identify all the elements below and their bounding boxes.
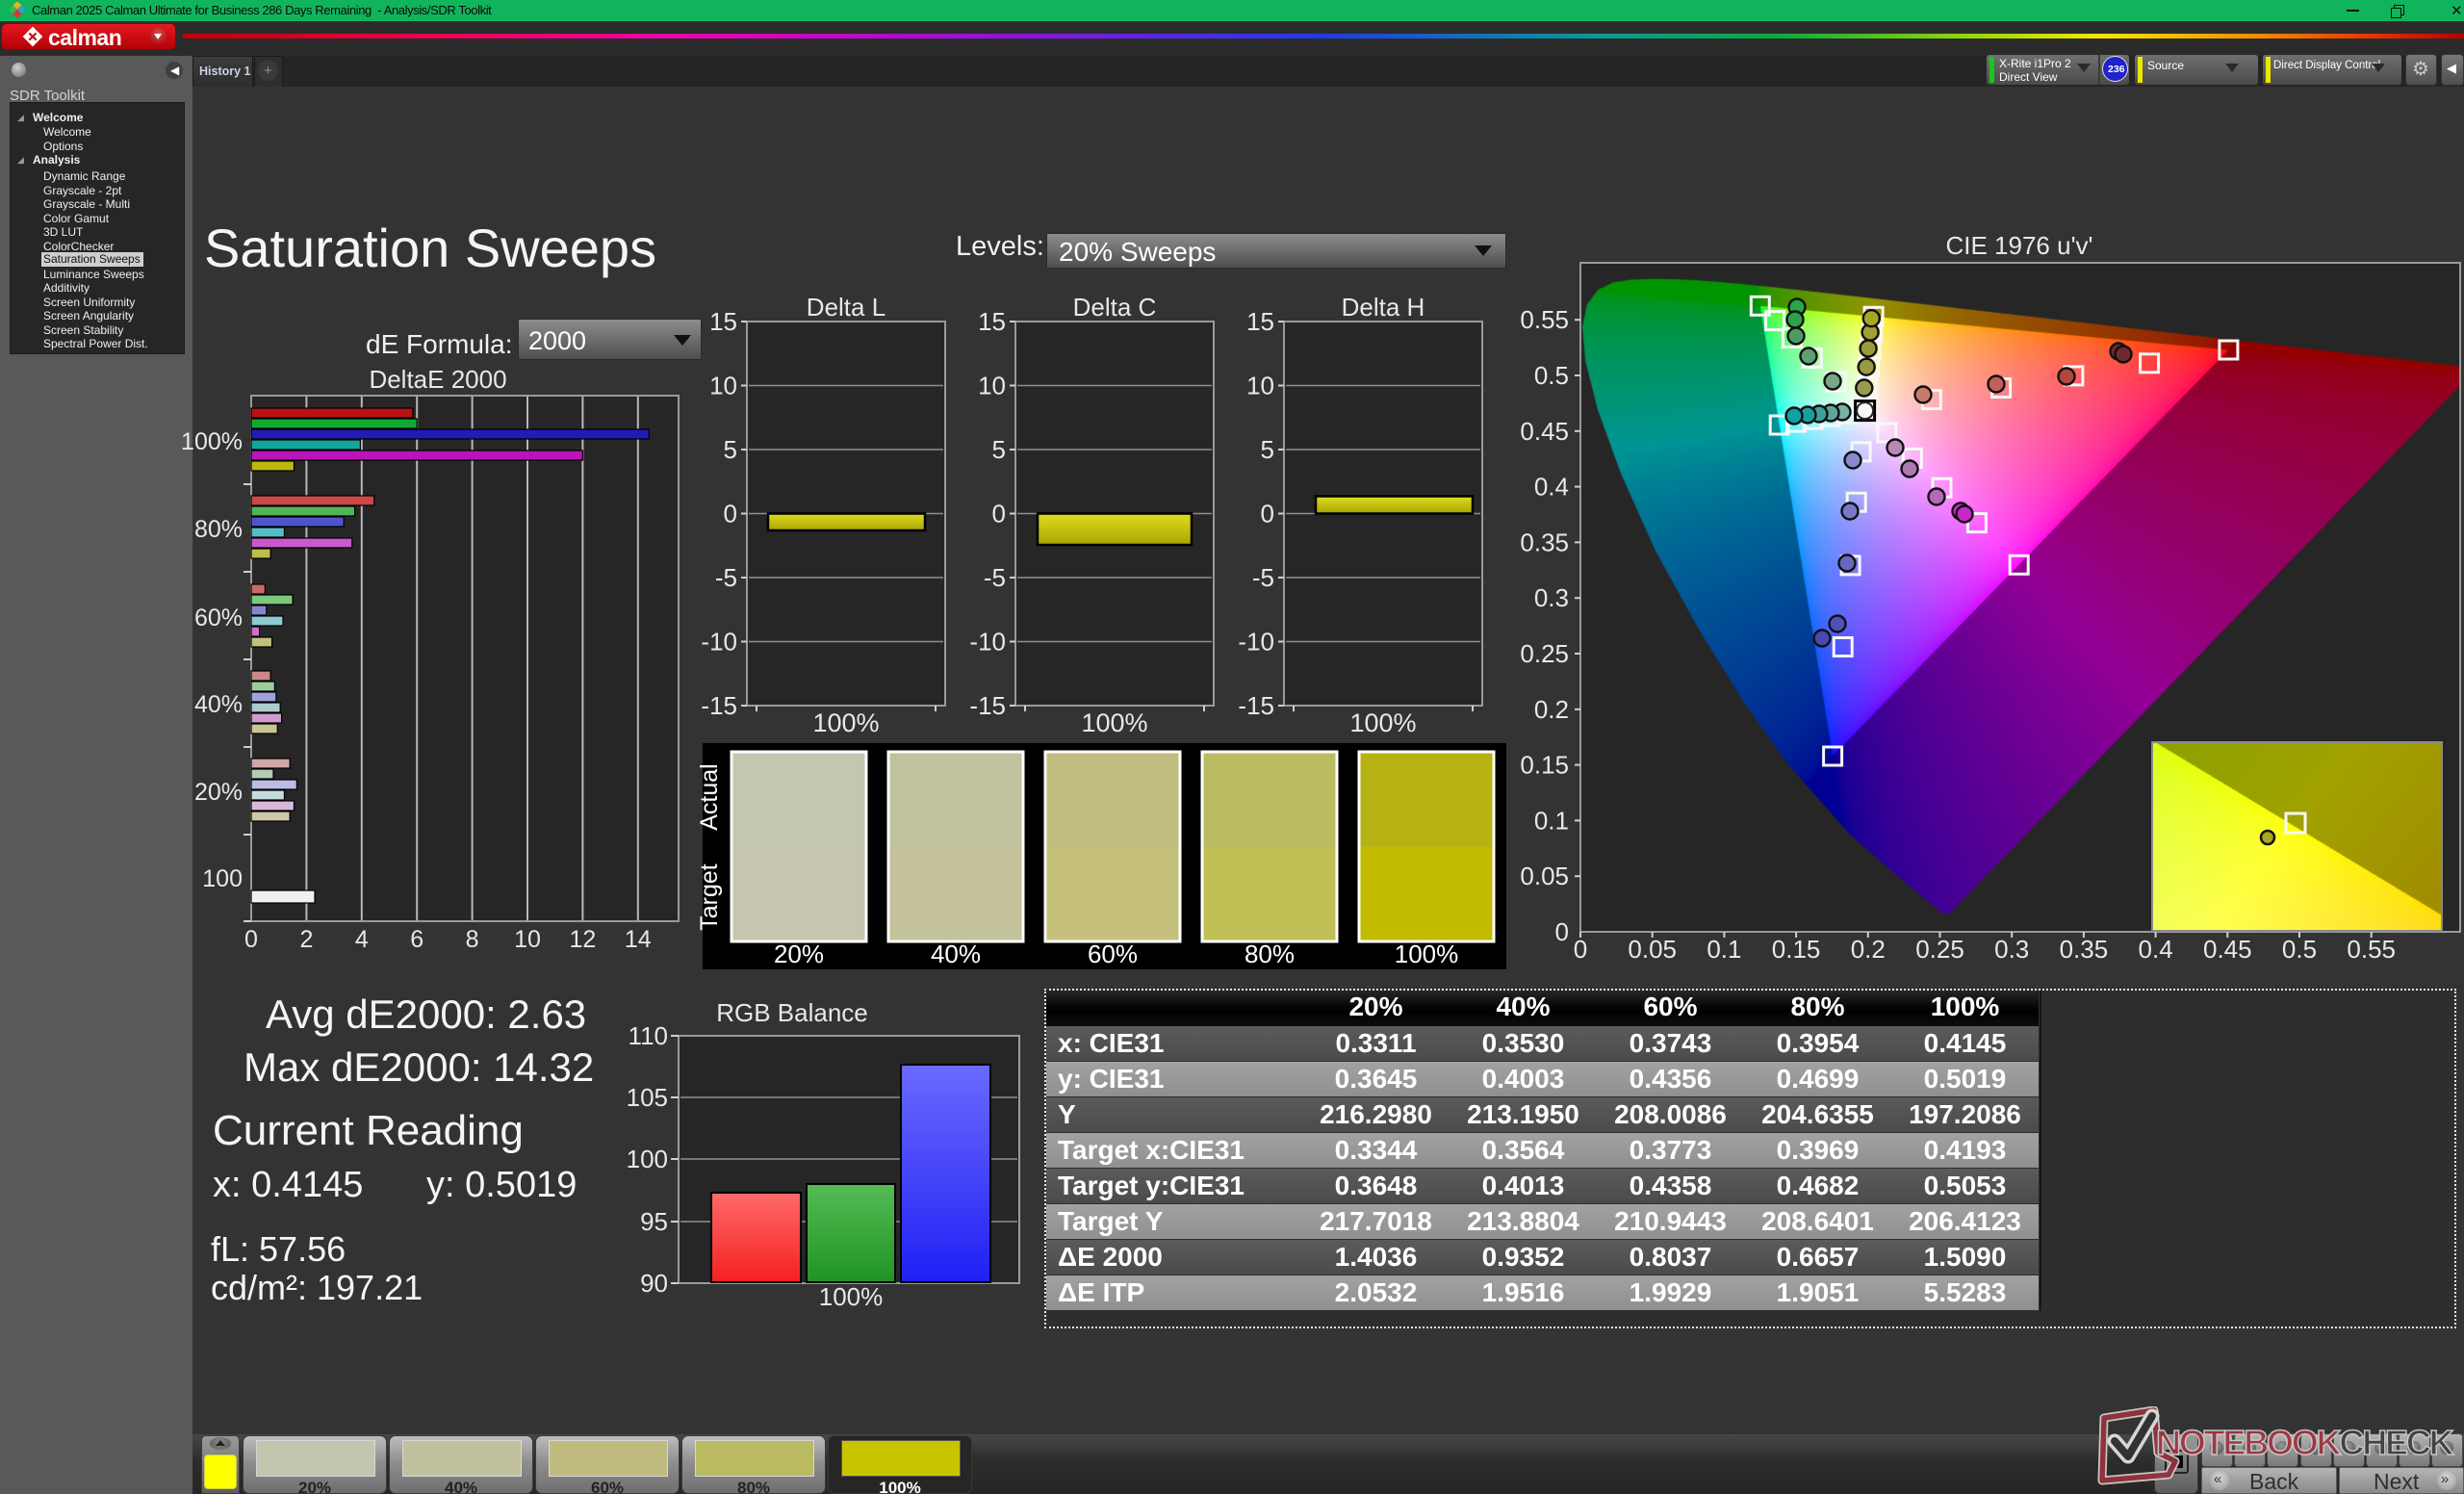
svg-text:12: 12 (569, 926, 596, 953)
svg-text:0.3: 0.3 (1534, 583, 1569, 612)
svg-text:Delta C: Delta C (1073, 293, 1157, 322)
svg-text:10: 10 (978, 372, 1006, 400)
svg-text:15: 15 (709, 307, 737, 336)
svg-text:0.5: 0.5 (1534, 361, 1569, 390)
svg-text:100%: 100% (1395, 940, 1459, 968)
svg-text:0.05: 0.05 (1628, 935, 1677, 964)
svg-text:0.05: 0.05 (1520, 862, 1569, 890)
svg-text:-15: -15 (701, 691, 737, 720)
svg-text:100: 100 (627, 1145, 668, 1173)
svg-text:40%: 40% (194, 691, 243, 718)
svg-text:0.35: 0.35 (2060, 935, 2109, 964)
svg-text:Delta L: Delta L (807, 293, 886, 322)
svg-text:4: 4 (355, 926, 369, 953)
svg-text:100%: 100% (1349, 708, 1416, 737)
svg-text:0.55: 0.55 (1520, 305, 1569, 334)
svg-text:5: 5 (724, 435, 737, 464)
svg-text:0.3: 0.3 (1994, 935, 2029, 964)
svg-text:0.15: 0.15 (1772, 935, 1821, 964)
svg-text:100%: 100% (1081, 708, 1147, 737)
svg-text:0: 0 (244, 926, 258, 953)
svg-text:20%: 20% (774, 940, 824, 968)
svg-text:0.1: 0.1 (1534, 806, 1569, 835)
svg-text:90: 90 (640, 1269, 668, 1298)
svg-text:15: 15 (1246, 307, 1274, 336)
svg-text:0.35: 0.35 (1520, 528, 1569, 556)
svg-text:-10: -10 (969, 628, 1006, 657)
svg-text:40%: 40% (931, 940, 981, 968)
svg-text:95: 95 (640, 1207, 668, 1236)
svg-text:0: 0 (1261, 500, 1274, 528)
svg-text:0: 0 (1555, 917, 1569, 946)
svg-text:20%: 20% (194, 779, 243, 806)
svg-text:RGB Balance: RGB Balance (716, 998, 868, 1027)
svg-text:15: 15 (978, 307, 1006, 336)
svg-text:8: 8 (466, 926, 479, 953)
svg-text:10: 10 (1246, 372, 1274, 400)
svg-text:Target: Target (696, 863, 723, 931)
svg-text:6: 6 (410, 926, 424, 953)
svg-text:CIE 1976 u'v': CIE 1976 u'v' (1945, 231, 2092, 260)
svg-text:-5: -5 (715, 563, 737, 592)
svg-text:0: 0 (724, 500, 737, 528)
svg-text:-10: -10 (1238, 628, 1274, 657)
svg-text:0.5: 0.5 (2282, 935, 2317, 964)
svg-text:Delta H: Delta H (1342, 293, 1425, 322)
svg-text:-15: -15 (1238, 691, 1274, 720)
svg-text:0.2: 0.2 (1534, 695, 1569, 724)
svg-text:5: 5 (992, 435, 1006, 464)
svg-text:80%: 80% (194, 516, 243, 543)
svg-text:105: 105 (627, 1083, 668, 1112)
svg-text:0.2: 0.2 (1851, 935, 1886, 964)
svg-text:-5: -5 (1252, 563, 1274, 592)
svg-text:100%: 100% (819, 1282, 884, 1311)
svg-text:0.55: 0.55 (2347, 935, 2396, 964)
svg-text:5: 5 (1261, 435, 1274, 464)
svg-text:60%: 60% (194, 605, 243, 631)
svg-text:0.25: 0.25 (1520, 639, 1569, 668)
svg-text:Actual: Actual (696, 763, 723, 830)
svg-text:0.45: 0.45 (1520, 417, 1569, 446)
svg-text:0.15: 0.15 (1520, 751, 1569, 780)
svg-text:14: 14 (625, 926, 652, 953)
svg-text:60%: 60% (1088, 940, 1138, 968)
svg-text:10: 10 (514, 926, 541, 953)
svg-text:0.4: 0.4 (2139, 935, 2173, 964)
svg-text:0.4: 0.4 (1534, 473, 1569, 502)
svg-text:DeltaE 2000: DeltaE 2000 (369, 365, 506, 394)
svg-text:100%: 100% (812, 708, 879, 737)
svg-text:100%: 100% (181, 428, 243, 455)
svg-text:0.25: 0.25 (1915, 935, 1964, 964)
svg-text:-5: -5 (984, 563, 1006, 592)
svg-text:80%: 80% (1245, 940, 1295, 968)
svg-text:10: 10 (709, 372, 737, 400)
svg-text:0: 0 (992, 500, 1006, 528)
svg-text:0: 0 (1574, 935, 1587, 964)
svg-text:0.45: 0.45 (2203, 935, 2252, 964)
svg-text:2: 2 (299, 926, 313, 953)
svg-text:110: 110 (629, 1021, 668, 1050)
svg-text:0.1: 0.1 (1707, 935, 1741, 964)
svg-text:-10: -10 (701, 628, 737, 657)
svg-text:100: 100 (202, 865, 243, 892)
svg-text:-15: -15 (969, 691, 1006, 720)
